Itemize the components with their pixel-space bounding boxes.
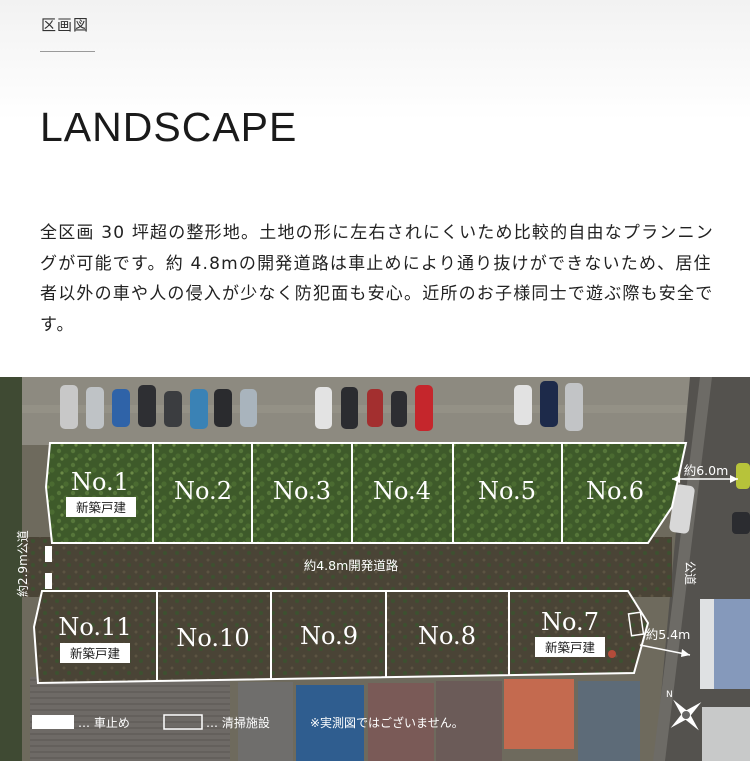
legend: … 車止め … 清掃施設 ※実測図ではございません。: [32, 714, 464, 730]
legend-bollard-label: … 車止め: [78, 716, 130, 730]
marker-dot: [608, 650, 616, 658]
lot-label-9: No.9: [300, 622, 358, 650]
width-label-top: 約6.0m: [684, 463, 729, 478]
lot-label-6: No.6: [586, 477, 644, 505]
header-background: [0, 0, 750, 120]
lot-label-3: No.3: [273, 477, 331, 505]
lot-label-11: No.11: [58, 613, 131, 641]
left-road-label: 約2.9m公道: [15, 530, 30, 597]
badge-no7: 新築戸建: [545, 640, 596, 655]
compass-north-label: N: [666, 690, 673, 700]
dev-road-label: 約4.8m開発道路: [304, 558, 399, 573]
site-plan-image: No.1 No.2 No.3 No.4 No.5 No.6 No.11 No.1…: [0, 377, 750, 761]
lot-label-8: No.8: [418, 622, 476, 650]
page-title: LANDSCAPE: [40, 104, 298, 150]
legend-bollard-swatch: [32, 715, 74, 729]
lot-label-10: No.10: [176, 624, 249, 652]
lot-label-5: No.5: [478, 477, 536, 505]
badge-no11: 新築戸建: [70, 646, 121, 661]
section-label: 区画図: [41, 16, 90, 34]
bollard-marker: [45, 573, 52, 589]
lot-label-4: No.4: [373, 477, 431, 505]
description-text: 全区画 30 坪超の整形地。土地の形に左右されにくいため比較的自由なプランニング…: [40, 223, 714, 335]
lot-label-2: No.2: [174, 477, 232, 505]
width-label-bottom: 約5.4m: [646, 627, 691, 642]
badge-no1: 新築戸建: [76, 500, 127, 515]
legend-note: ※実測図ではございません。: [310, 715, 464, 730]
right-road-label: 公道: [683, 561, 697, 585]
lot-label-1: No.1: [71, 468, 129, 496]
section-divider: [40, 51, 95, 52]
bollard-marker: [45, 546, 52, 562]
legend-cleaning-label: … 清掃施設: [206, 715, 270, 730]
lot-label-7: No.7: [541, 608, 599, 636]
